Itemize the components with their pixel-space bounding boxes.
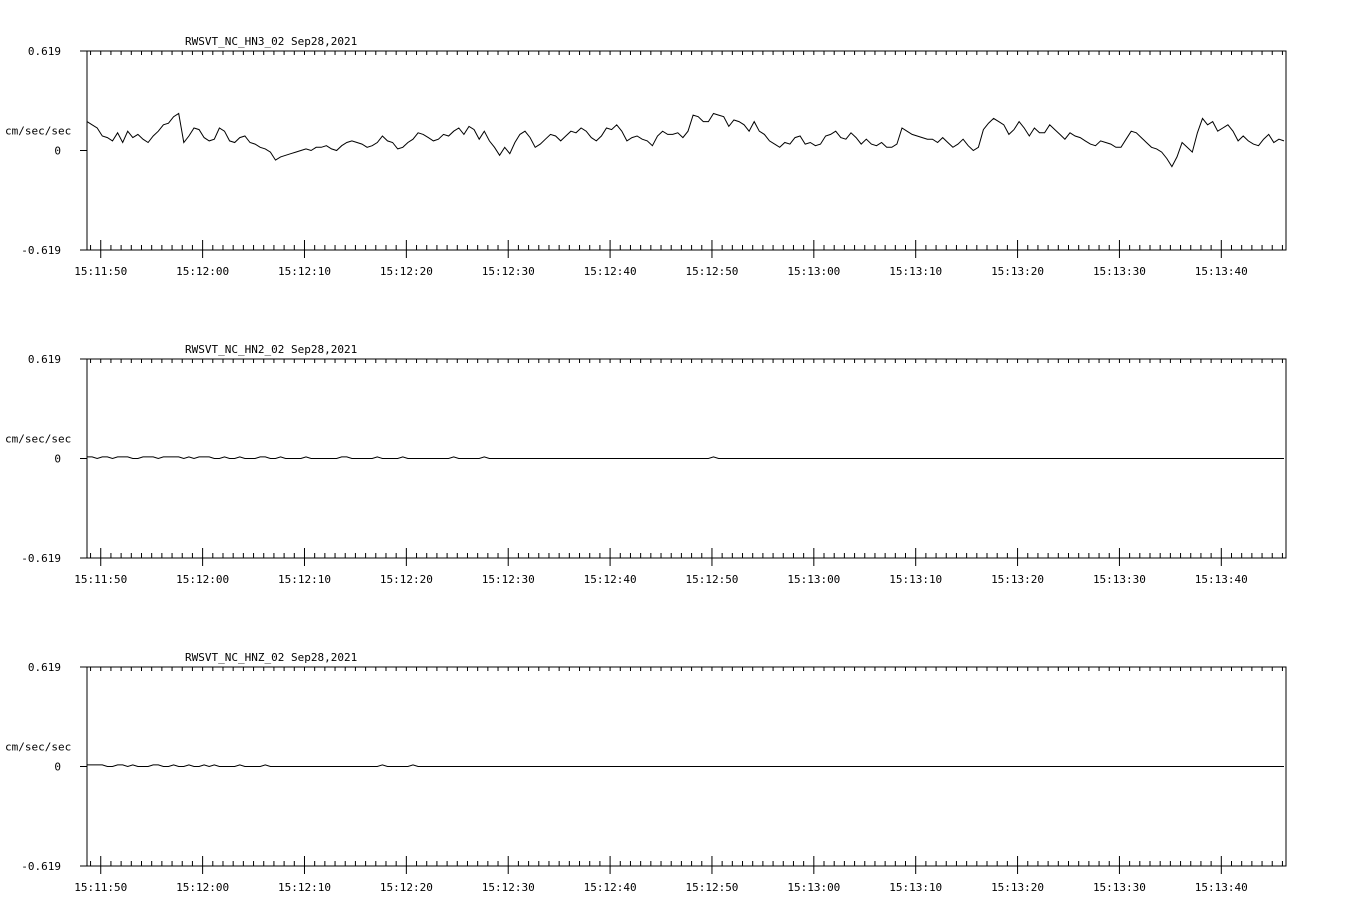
panel-title: RWSVT_NC_HN3_02 Sep28,2021 (185, 35, 357, 48)
seismogram-figure: RWSVT_NC_HN3_02 Sep28,2021 0.619 0 -0.619 cm… (5, 35, 1287, 894)
seismogram-panel-3: RWSVT_NC_HNZ_02 Sep28,2021 0.619 0 -0.619 cm… (5, 651, 1287, 894)
seismogram-panel-2: RWSVT_NC_HN2_02 Sep28,2021 0.619 0 -0.619 cm… (5, 343, 1287, 586)
y-tick-label: 0 (54, 145, 61, 158)
panel-title: RWSVT_NC_HN2_02 Sep28,2021 (185, 343, 357, 356)
trace-line-1 (87, 764, 1284, 768)
x-tick-label: 15:12:10 (278, 573, 331, 586)
x-tick-label: 15:13:40 (1195, 881, 1248, 894)
x-tick-label: 15:12:40 (584, 881, 637, 894)
x-tick-label: 15:12:40 (584, 573, 637, 586)
x-tick-label: 15:13:00 (787, 881, 840, 894)
y-tick-label: 0.619 (28, 45, 61, 58)
x-tick-label: 15:13:30 (1093, 881, 1146, 894)
y-tick-label: 0 (54, 761, 61, 774)
x-tick-label: 15:12:00 (176, 265, 229, 278)
y-tick-label: 0.619 (28, 661, 61, 674)
x-tick-label: 15:12:50 (685, 881, 738, 894)
x-tick-label: 15:13:30 (1093, 573, 1146, 586)
y-tick-label: -0.619 (21, 860, 61, 873)
x-tick-label: 15:12:30 (482, 881, 535, 894)
x-tick-label: 15:13:40 (1195, 265, 1248, 278)
x-tick-label: 15:12:00 (176, 881, 229, 894)
panel-title: RWSVT_NC_HNZ_02 Sep28,2021 (185, 651, 357, 664)
y-axis-label: cm/sec/sec (5, 433, 71, 446)
y-axis-label: cm/sec/sec (5, 125, 71, 138)
seismogram-panel-1: RWSVT_NC_HN3_02 Sep28,2021 0.619 0 -0.619 cm… (5, 35, 1287, 278)
x-tick-label: 15:13:10 (889, 265, 942, 278)
trace-line-1 (86, 112, 1285, 168)
x-tick-label: 15:11:50 (74, 573, 127, 586)
x-tick-label: 15:12:30 (482, 573, 535, 586)
x-tick-label: 15:13:30 (1093, 265, 1146, 278)
x-tick-label: 15:11:50 (74, 881, 127, 894)
x-tick-label: 15:13:20 (991, 881, 1044, 894)
x-tick-label: 15:12:40 (584, 265, 637, 278)
y-tick-label: 0 (54, 453, 61, 466)
x-tick-label: 15:12:30 (482, 265, 535, 278)
x-tick-label: 15:13:10 (889, 573, 942, 586)
x-tick-label: 15:13:20 (991, 573, 1044, 586)
x-tick-label: 15:13:20 (991, 265, 1044, 278)
x-tick-label: 15:13:40 (1195, 573, 1248, 586)
plot-frame (86, 50, 1287, 251)
trace-line-1 (87, 456, 1284, 460)
x-tick-label: 15:12:20 (380, 265, 433, 278)
x-tick-label: 15:12:10 (278, 881, 331, 894)
x-tick-label: 15:12:50 (685, 573, 738, 586)
y-axis-label: cm/sec/sec (5, 741, 71, 754)
y-tick-label: 0.619 (28, 353, 61, 366)
x-tick-label: 15:13:00 (787, 265, 840, 278)
y-tick-label: -0.619 (21, 552, 61, 565)
x-tick-label: 15:12:00 (176, 573, 229, 586)
x-tick-label: 15:11:50 (74, 265, 127, 278)
y-tick-label: -0.619 (21, 244, 61, 257)
x-tick-label: 15:12:20 (380, 573, 433, 586)
x-tick-label: 15:12:50 (685, 265, 738, 278)
x-tick-label: 15:12:20 (380, 881, 433, 894)
x-tick-label: 15:13:10 (889, 881, 942, 894)
x-tick-label: 15:13:00 (787, 573, 840, 586)
x-tick-label: 15:12:10 (278, 265, 331, 278)
